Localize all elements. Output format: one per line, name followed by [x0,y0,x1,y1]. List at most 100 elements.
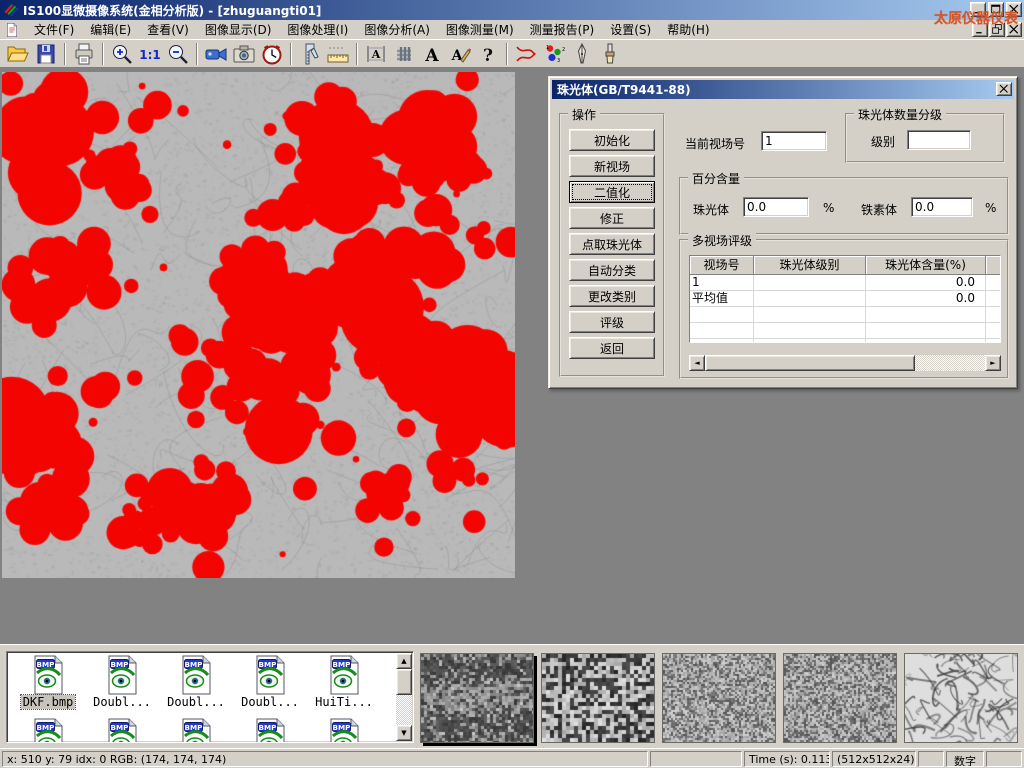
text-icon[interactable]: A [419,42,445,66]
menu-edit[interactable]: 编辑(E) [82,19,139,40]
open-icon[interactable] [5,42,31,66]
menu-settings[interactable]: 设置(S) [602,19,659,40]
svg-text:A: A [451,48,464,64]
table-row-empty [690,323,1000,339]
col-ferrite[interactable]: 铁素体 [986,256,1001,275]
menu-file[interactable]: 文件(F) [26,19,82,40]
pick-pearlite-button[interactable]: 点取珠光体 [569,233,655,255]
annotate-icon[interactable]: A [447,42,473,66]
grid-measure-icon[interactable] [391,42,417,66]
col-pearlite-grade[interactable]: 珠光体级别 [754,256,866,275]
grade-input[interactable] [907,130,971,150]
change-class-button[interactable]: 更改类别 [569,285,655,307]
classify-icon[interactable]: 123 [541,42,567,66]
return-button[interactable]: 返回 [569,337,655,359]
thumbnail-4[interactable] [783,653,897,743]
zoom-out-icon[interactable] [165,42,191,66]
thumbnail-5[interactable] [904,653,1018,743]
pearlite-input[interactable] [743,197,809,217]
scroll-down-icon[interactable]: ▼ [396,725,412,741]
menu-image-display[interactable]: 图像显示(D) [197,19,280,40]
file-item[interactable]: BMP Doubl... [233,655,307,709]
video-capture-icon[interactable] [203,42,229,66]
menu-view[interactable]: 查看(V) [139,19,197,40]
status-mode: 数字 [946,751,984,767]
brush-icon[interactable] [597,42,623,66]
window-title: IS100显微摄像系统(金相分析版) - [zhuguangti01] [23,2,321,19]
ruler-icon[interactable] [325,42,351,66]
file-item-dkf[interactable]: BMP DKF.bmp [11,655,85,709]
ferrite-input[interactable] [911,197,973,217]
file-item[interactable]: BMP [307,718,381,743]
maximize-button[interactable] [988,2,1004,17]
status-empty [986,751,1022,767]
help-icon[interactable]: ? [475,42,501,66]
binarize-button[interactable]: 二值化 [569,181,655,203]
print-icon[interactable] [71,42,97,66]
file-item[interactable]: BMP HuiTi... [307,655,381,709]
pen-icon[interactable] [569,42,595,66]
menu-image-process[interactable]: 图像处理(I) [279,19,356,40]
mdi-restore-button[interactable] [989,22,1005,37]
svg-text:A: A [424,46,439,66]
bmp-file-icon: BMP [252,718,288,743]
operations-group: 操作 初始化 新视场 二值化 修正 点取珠光体 自动分类 更改类别 评级 返回 [559,113,665,377]
status-time: Time (s): 0.113 [744,751,830,767]
table-hscrollbar[interactable]: ◄ ► [689,355,1001,371]
zoom-in-icon[interactable] [109,42,135,66]
thumbnail-3[interactable] [662,653,776,743]
new-field-button[interactable]: 新视场 [569,155,655,177]
file-item[interactable]: BMP Doubl... [159,655,233,709]
measure-text-icon[interactable]: A [363,42,389,66]
table-row[interactable]: 1 0.0 [690,275,1000,291]
close-button[interactable] [1006,2,1022,17]
rate-button[interactable]: 评级 [569,311,655,333]
timer-icon[interactable] [259,42,285,66]
percent-group: 百分含量 珠光体 % 铁素体 % [679,177,1009,235]
file-name[interactable]: DKF.bmp [21,695,76,709]
thumbnail-1[interactable] [420,653,534,743]
menu-help[interactable]: 帮助(H) [659,19,717,40]
col-field-no[interactable]: 视场号 [690,256,754,275]
file-vscrollbar[interactable]: ▲ ▼ [396,653,412,741]
minimize-button[interactable] [970,2,986,17]
scroll-up-icon[interactable]: ▲ [396,653,412,669]
caliper-icon[interactable] [297,42,323,66]
file-item[interactable]: BMP [159,718,233,743]
table-row-average[interactable]: 平均值 0.0 [690,291,1000,307]
auto-classify-button[interactable]: 自动分类 [569,259,655,281]
file-item[interactable]: BMP Doubl... [85,655,159,709]
menu-image-analysis[interactable]: 图像分析(A) [356,19,438,40]
hscroll-thumb[interactable] [705,355,915,371]
micrograph-image[interactable] [2,72,515,578]
file-name[interactable]: Doubl... [239,695,301,709]
cell-content: 0.0 [866,291,986,307]
save-icon[interactable] [33,42,59,66]
thumbnail-2[interactable] [541,653,655,743]
actual-size-icon[interactable]: 1:1 [137,42,163,66]
init-button[interactable]: 初始化 [569,129,655,151]
camera-icon[interactable] [231,42,257,66]
menu-measure-report[interactable]: 测量报告(P) [522,19,603,40]
delete-curve-icon[interactable] [513,42,539,66]
mdi-close-button[interactable] [1006,22,1022,37]
svg-text:?: ? [483,46,493,66]
dialog-titlebar[interactable]: 珠光体(GB/T9441-88) [552,80,1014,99]
col-pearlite-content[interactable]: 珠光体含量(%) [866,256,986,275]
current-field-input[interactable] [761,131,827,151]
mdi-minimize-button[interactable] [972,22,988,37]
file-item[interactable]: BMP [233,718,307,743]
vscroll-thumb[interactable] [396,669,412,695]
document-icon[interactable] [4,22,20,38]
file-name[interactable]: Doubl... [165,695,227,709]
file-name[interactable]: HuiTi... [313,695,375,709]
file-item[interactable]: BMP [85,718,159,743]
correct-button[interactable]: 修正 [569,207,655,229]
scroll-right-icon[interactable]: ► [985,355,1001,371]
menu-image-measure[interactable]: 图像测量(M) [438,19,522,40]
file-name[interactable]: Doubl... [91,695,153,709]
cell-grade [754,291,866,307]
scroll-left-icon[interactable]: ◄ [689,355,705,371]
file-item[interactable]: BMP [11,718,85,743]
dialog-close-icon[interactable] [996,82,1012,96]
